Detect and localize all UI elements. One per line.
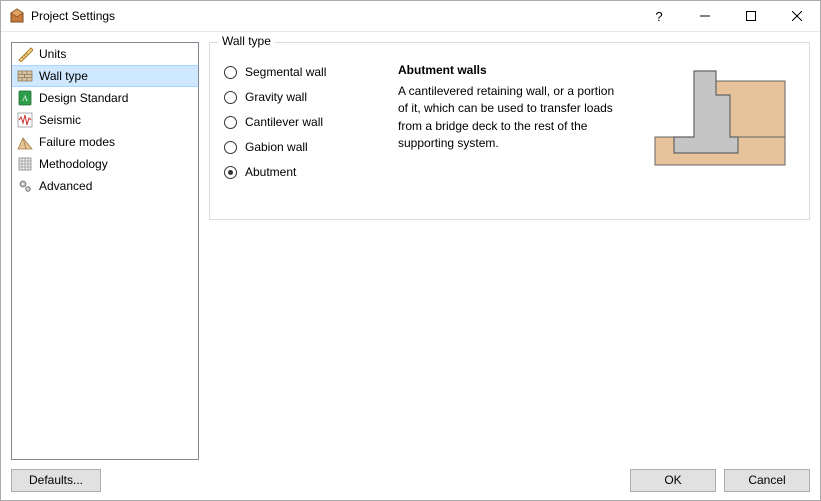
- radio-icon: [224, 116, 237, 129]
- sidebar-item-label: Units: [39, 47, 66, 61]
- button-label: Defaults...: [29, 473, 83, 487]
- radio-icon: [224, 91, 237, 104]
- svg-text:A: A: [22, 94, 28, 103]
- button-label: Cancel: [748, 473, 785, 487]
- sidebar-item-wall-type[interactable]: Wall type: [12, 65, 198, 87]
- sidebar: Units Wall type A Design Standard Seismi…: [11, 42, 199, 460]
- radio-label: Segmental wall: [245, 65, 326, 79]
- help-icon: ?: [655, 9, 662, 24]
- methodology-icon: [17, 156, 33, 172]
- radio-label: Gravity wall: [245, 90, 307, 104]
- sidebar-item-label: Failure modes: [39, 135, 115, 149]
- minimize-icon: [700, 11, 710, 21]
- wall-type-radios: Segmental wall Gravity wall Cantilever w…: [224, 59, 384, 179]
- radio-label: Gabion wall: [245, 140, 308, 154]
- radio-icon: [224, 66, 237, 79]
- description-title: Abutment walls: [398, 63, 627, 77]
- radio-icon: [224, 166, 237, 179]
- wall-type-group: Wall type Segmental wall Gravity wall Ca…: [209, 42, 810, 220]
- sidebar-item-label: Advanced: [39, 179, 92, 193]
- sidebar-item-advanced[interactable]: Advanced: [12, 175, 198, 197]
- maximize-icon: [746, 11, 756, 21]
- group-legend: Wall type: [218, 34, 275, 48]
- standard-icon: A: [17, 90, 33, 106]
- window-title: Project Settings: [31, 9, 636, 23]
- radio-label: Abutment: [245, 165, 296, 179]
- ok-button[interactable]: OK: [630, 469, 716, 492]
- wall-icon: [17, 68, 33, 84]
- titlebar: Project Settings ?: [1, 1, 820, 32]
- abutment-illustration-icon: [650, 61, 790, 171]
- wall-illustration: [645, 59, 795, 179]
- main-panel: Wall type Segmental wall Gravity wall Ca…: [209, 42, 810, 460]
- ruler-icon: [17, 46, 33, 62]
- maximize-button[interactable]: [728, 1, 774, 31]
- seismic-icon: [17, 112, 33, 128]
- sidebar-item-methodology[interactable]: Methodology: [12, 153, 198, 175]
- sidebar-item-seismic[interactable]: Seismic: [12, 109, 198, 131]
- failure-icon: [17, 134, 33, 150]
- sidebar-item-design-standard[interactable]: A Design Standard: [12, 87, 198, 109]
- footer: Defaults... OK Cancel: [1, 460, 820, 500]
- sidebar-item-label: Seismic: [39, 113, 81, 127]
- description-text: A cantilevered retaining wall, or a port…: [398, 83, 627, 153]
- sidebar-item-label: Design Standard: [39, 91, 128, 105]
- minimize-button[interactable]: [682, 1, 728, 31]
- radio-cantilever-wall[interactable]: Cantilever wall: [224, 115, 384, 129]
- close-icon: [792, 11, 802, 21]
- radio-icon: [224, 141, 237, 154]
- gears-icon: [17, 178, 33, 194]
- sidebar-item-units[interactable]: Units: [12, 43, 198, 65]
- radio-segmental-wall[interactable]: Segmental wall: [224, 65, 384, 79]
- defaults-button[interactable]: Defaults...: [11, 469, 101, 492]
- radio-gabion-wall[interactable]: Gabion wall: [224, 140, 384, 154]
- app-icon: [9, 8, 25, 24]
- button-label: OK: [664, 473, 681, 487]
- cancel-button[interactable]: Cancel: [724, 469, 810, 492]
- radio-abutment[interactable]: Abutment: [224, 165, 384, 179]
- sidebar-item-failure-modes[interactable]: Failure modes: [12, 131, 198, 153]
- close-button[interactable]: [774, 1, 820, 31]
- sidebar-item-label: Wall type: [39, 69, 88, 83]
- sidebar-item-label: Methodology: [39, 157, 108, 171]
- radio-label: Cantilever wall: [245, 115, 323, 129]
- radio-gravity-wall[interactable]: Gravity wall: [224, 90, 384, 104]
- help-button[interactable]: ?: [636, 1, 682, 31]
